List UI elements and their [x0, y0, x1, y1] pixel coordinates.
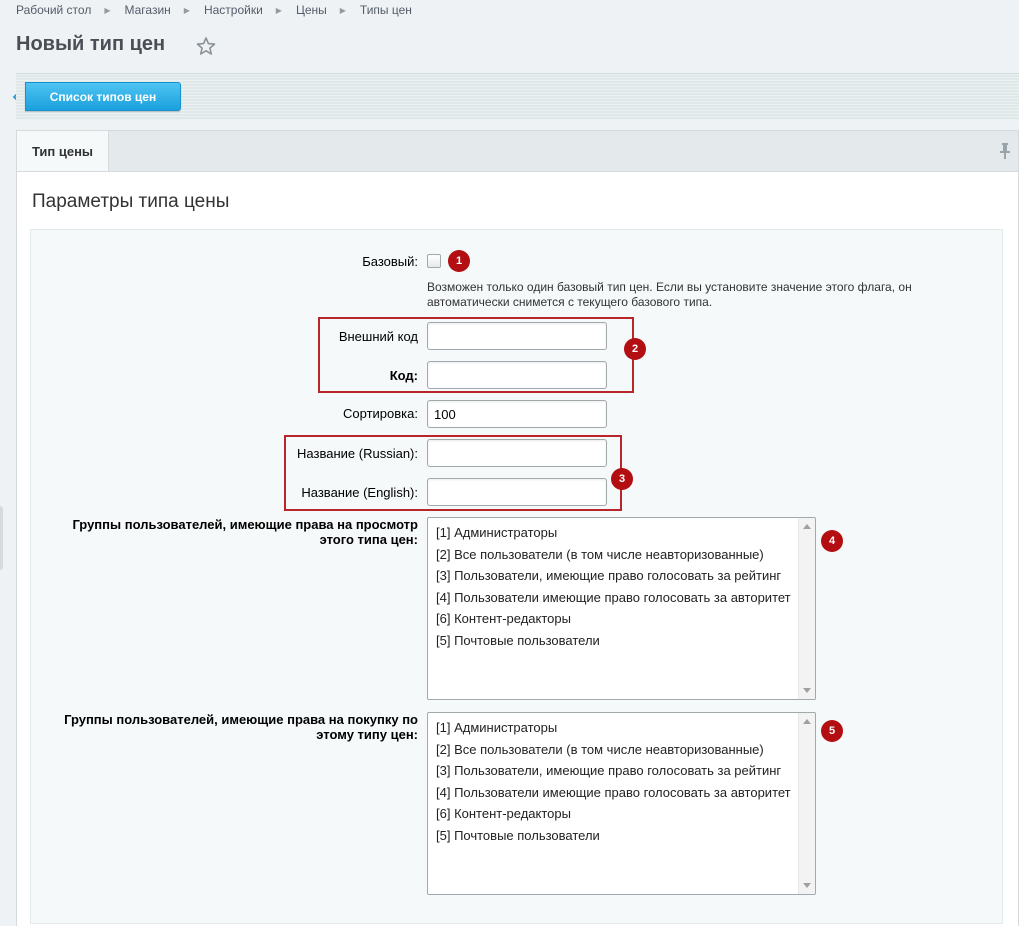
marker-2: 2 [624, 338, 646, 360]
code-label: Код: [389, 368, 418, 383]
buy-groups-select[interactable]: [1] Администраторы [2] Все пользователи … [427, 712, 816, 895]
name-en-label: Название (English): [301, 485, 418, 500]
scrollbar[interactable] [798, 713, 815, 894]
external-code-input[interactable] [427, 322, 607, 350]
view-groups-select[interactable]: [1] Администраторы [2] Все пользователи … [427, 517, 816, 700]
list-item[interactable]: [3] Пользователи, имеющие право голосова… [428, 760, 815, 782]
star-icon[interactable] [196, 36, 216, 56]
list-item[interactable]: [6] Контент-редакторы [428, 608, 815, 630]
breadcrumb-item-prices[interactable]: Цены [296, 3, 327, 17]
breadcrumb-separator-icon: ▶ [104, 5, 111, 15]
list-item[interactable]: [2] Все пользователи (в том числе неавто… [428, 739, 815, 761]
marker-3: 3 [611, 468, 633, 490]
breadcrumb: Рабочий стол ▶ Магазин ▶ Настройки ▶ Цен… [16, 3, 412, 17]
scroll-down-icon[interactable] [803, 688, 811, 693]
list-item[interactable]: [1] Администраторы [428, 717, 815, 739]
list-item[interactable]: [4] Пользователи имеющие право голосоват… [428, 587, 815, 609]
list-item[interactable]: [5] Почтовые пользователи [428, 630, 815, 652]
sort-label: Сортировка: [343, 406, 418, 421]
base-checkbox[interactable] [427, 254, 441, 268]
scroll-up-icon[interactable] [803, 719, 811, 724]
breadcrumb-separator-icon: ▶ [275, 5, 282, 15]
side-collapse-handle[interactable] [0, 506, 3, 570]
name-ru-input[interactable] [427, 439, 607, 467]
breadcrumb-separator-icon: ▶ [339, 5, 346, 15]
list-item[interactable]: [5] Почтовые пользователи [428, 825, 815, 847]
name-en-input[interactable] [427, 478, 607, 506]
tab-price-type[interactable]: Тип цены [17, 131, 109, 172]
name-ru-label: Название (Russian): [297, 446, 418, 461]
marker-4: 4 [821, 530, 843, 552]
breadcrumb-item-desktop[interactable]: Рабочий стол [16, 3, 91, 17]
scroll-down-icon[interactable] [803, 883, 811, 888]
scrollbar[interactable] [798, 518, 815, 699]
breadcrumb-item-settings[interactable]: Настройки [204, 3, 263, 17]
section-title: Параметры типа цены [32, 191, 230, 212]
list-item[interactable]: [3] Пользователи, имеющие право голосова… [428, 565, 815, 587]
marker-1: 1 [448, 250, 470, 272]
scroll-up-icon[interactable] [803, 524, 811, 529]
breadcrumb-item-shop[interactable]: Магазин [124, 3, 170, 17]
breadcrumb-separator-icon: ▶ [183, 5, 190, 15]
breadcrumb-item-price-types[interactable]: Типы цен [360, 3, 412, 17]
tab-bar [16, 130, 1019, 171]
list-item[interactable]: [2] Все пользователи (в том числе неавто… [428, 544, 815, 566]
base-hint: Возможен только один базовый тип цен. Ес… [427, 280, 912, 309]
buy-groups-label: Группы пользователей, имеющие права на п… [64, 712, 418, 742]
base-label: Базовый: [362, 254, 418, 269]
price-types-list-button[interactable]: Список типов цен [25, 82, 181, 111]
page-title: Новый тип цен [16, 33, 166, 55]
code-input[interactable] [427, 361, 607, 389]
marker-5: 5 [821, 720, 843, 742]
external-code-label: Внешний код [338, 329, 418, 344]
pin-icon[interactable] [998, 142, 1012, 160]
list-item[interactable]: [6] Контент-редакторы [428, 803, 815, 825]
list-item[interactable]: [4] Пользователи имеющие право голосоват… [428, 782, 815, 804]
list-item[interactable]: [1] Администраторы [428, 522, 815, 544]
sort-input[interactable] [427, 400, 607, 428]
view-groups-label: Группы пользователей, имеющие права на п… [72, 517, 418, 547]
